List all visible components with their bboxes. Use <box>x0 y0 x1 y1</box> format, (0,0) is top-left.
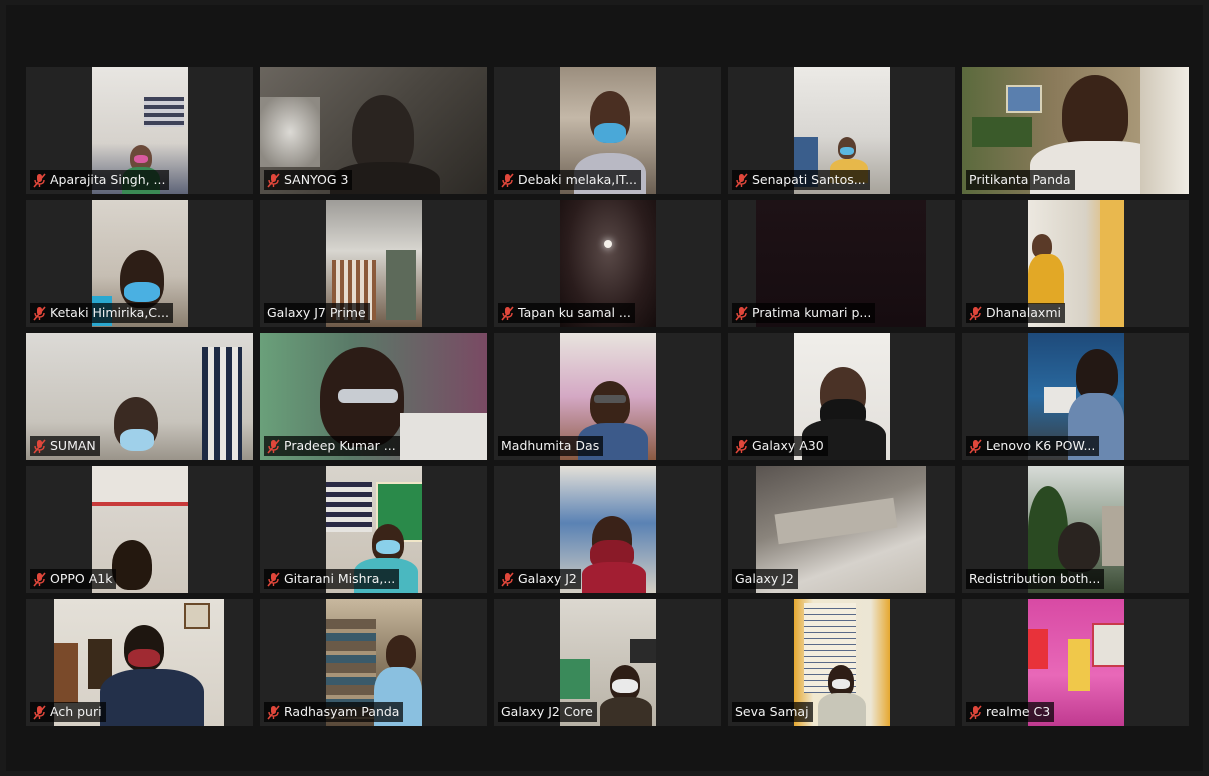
participant-name: Redistribution both... <box>969 571 1101 586</box>
participant-tile[interactable]: Galaxy A30 <box>728 333 955 460</box>
participant-nameplate: Ach puri <box>30 702 106 722</box>
participant-nameplate: Debaki melaka,IT... <box>498 170 642 190</box>
participant-tile[interactable]: Madhumita Das <box>494 333 721 460</box>
muted-microphone-icon <box>735 172 748 188</box>
muted-microphone-icon <box>969 704 982 720</box>
muted-microphone-icon <box>501 571 514 587</box>
participant-nameplate: Madhumita Das <box>498 436 604 456</box>
participant-nameplate: Gitarani Mishra,... <box>264 569 400 589</box>
participant-tile-active-speaker[interactable]: Pritikanta Panda <box>962 67 1189 194</box>
participant-tile[interactable]: Lenovo K6 POW... <box>962 333 1189 460</box>
muted-microphone-icon <box>33 571 46 587</box>
participant-nameplate: Galaxy J2 <box>732 569 798 589</box>
participant-tile[interactable]: Pratima kumari p... <box>728 200 955 327</box>
participant-nameplate: Dhanalaxmi <box>966 303 1065 323</box>
muted-microphone-icon <box>33 172 46 188</box>
participant-tile[interactable]: SANYOG 3 <box>260 67 487 194</box>
participant-nameplate: Pritikanta Panda <box>966 170 1075 190</box>
participant-name: Pradeep Kumar ... <box>284 438 396 453</box>
participant-name: SANYOG 3 <box>284 172 349 187</box>
participant-name: OPPO A1k <box>50 571 113 586</box>
muted-microphone-icon <box>267 438 280 454</box>
participant-tile[interactable]: realme C3 <box>962 599 1189 726</box>
muted-microphone-icon <box>267 571 280 587</box>
participant-name: Gitarani Mishra,... <box>284 571 396 586</box>
muted-microphone-icon <box>33 305 46 321</box>
participant-nameplate: Lenovo K6 POW... <box>966 436 1100 456</box>
muted-microphone-icon <box>501 172 514 188</box>
participant-nameplate: Galaxy J2 <box>498 569 581 589</box>
muted-microphone-icon <box>267 704 280 720</box>
participant-name: Lenovo K6 POW... <box>986 438 1096 453</box>
participant-name: realme C3 <box>986 704 1051 719</box>
participant-name: Galaxy A30 <box>752 438 824 453</box>
participant-name: Radhasyam Panda <box>284 704 400 719</box>
participant-name: Galaxy J2 <box>735 571 794 586</box>
participant-nameplate: Galaxy J2 Core <box>498 702 597 722</box>
participant-name: Pratima kumari p... <box>752 305 872 320</box>
participant-name: Ach puri <box>50 704 102 719</box>
participant-nameplate: Pradeep Kumar ... <box>264 436 400 456</box>
participant-name: Galaxy J7 Prime <box>267 305 366 320</box>
participant-tile[interactable]: Gitarani Mishra,... <box>260 466 487 593</box>
participant-tile[interactable]: Dhanalaxmi <box>962 200 1189 327</box>
participant-tile[interactable]: Ach puri <box>26 599 253 726</box>
participant-name: SUMAN <box>50 438 96 453</box>
participant-nameplate: Galaxy A30 <box>732 436 828 456</box>
participant-name: Tapan ku samal ... <box>518 305 631 320</box>
participant-nameplate: OPPO A1k <box>30 569 117 589</box>
participant-tile[interactable]: OPPO A1k <box>26 466 253 593</box>
participant-tile[interactable]: Galaxy J2 <box>494 466 721 593</box>
participant-nameplate: realme C3 <box>966 702 1055 722</box>
participant-grid: Aparajita Singh, ... SANYOG 3 Debaki mel… <box>26 67 1194 733</box>
participant-nameplate: Seva Samaj <box>732 702 813 722</box>
muted-microphone-icon <box>33 438 46 454</box>
participant-tile[interactable]: Ketaki Himirika,C... <box>26 200 253 327</box>
participant-nameplate: Aparajita Singh, ... <box>30 170 170 190</box>
gallery-view: Aparajita Singh, ... SANYOG 3 Debaki mel… <box>6 5 1203 771</box>
participant-name: Senapati Santos... <box>752 172 866 187</box>
participant-tile[interactable]: Galaxy J7 Prime <box>260 200 487 327</box>
participant-name: Aparajita Singh, ... <box>50 172 166 187</box>
participant-tile[interactable]: Seva Samaj <box>728 599 955 726</box>
participant-name: Galaxy J2 Core <box>501 704 593 719</box>
muted-microphone-icon <box>501 305 514 321</box>
participant-tile[interactable]: Pradeep Kumar ... <box>260 333 487 460</box>
participant-name: Debaki melaka,IT... <box>518 172 638 187</box>
participant-tile[interactable]: SUMAN <box>26 333 253 460</box>
participant-nameplate: Galaxy J7 Prime <box>264 303 370 323</box>
muted-microphone-icon <box>735 305 748 321</box>
participant-nameplate: SANYOG 3 <box>264 170 353 190</box>
participant-tile[interactable]: Galaxy J2 Core <box>494 599 721 726</box>
participant-nameplate: Radhasyam Panda <box>264 702 404 722</box>
muted-microphone-icon <box>969 438 982 454</box>
muted-microphone-icon <box>735 438 748 454</box>
participant-nameplate: Pratima kumari p... <box>732 303 876 323</box>
participant-nameplate: Redistribution both... <box>966 569 1105 589</box>
participant-tile[interactable]: Galaxy J2 <box>728 466 955 593</box>
participant-nameplate: SUMAN <box>30 436 100 456</box>
participant-tile[interactable]: Tapan ku samal ... <box>494 200 721 327</box>
participant-tile[interactable]: Redistribution both... <box>962 466 1189 593</box>
participant-tile[interactable]: Aparajita Singh, ... <box>26 67 253 194</box>
muted-microphone-icon <box>969 305 982 321</box>
participant-nameplate: Senapati Santos... <box>732 170 870 190</box>
muted-microphone-icon <box>267 172 280 188</box>
participant-name: Galaxy J2 <box>518 571 577 586</box>
participant-name: Pritikanta Panda <box>969 172 1071 187</box>
participant-name: Ketaki Himirika,C... <box>50 305 169 320</box>
participant-tile[interactable]: Debaki melaka,IT... <box>494 67 721 194</box>
participant-tile[interactable]: Radhasyam Panda <box>260 599 487 726</box>
participant-name: Seva Samaj <box>735 704 809 719</box>
muted-microphone-icon <box>33 704 46 720</box>
participant-nameplate: Tapan ku samal ... <box>498 303 635 323</box>
participant-name: Dhanalaxmi <box>986 305 1061 320</box>
participant-name: Madhumita Das <box>501 438 600 453</box>
participant-nameplate: Ketaki Himirika,C... <box>30 303 173 323</box>
participant-tile[interactable]: Senapati Santos... <box>728 67 955 194</box>
